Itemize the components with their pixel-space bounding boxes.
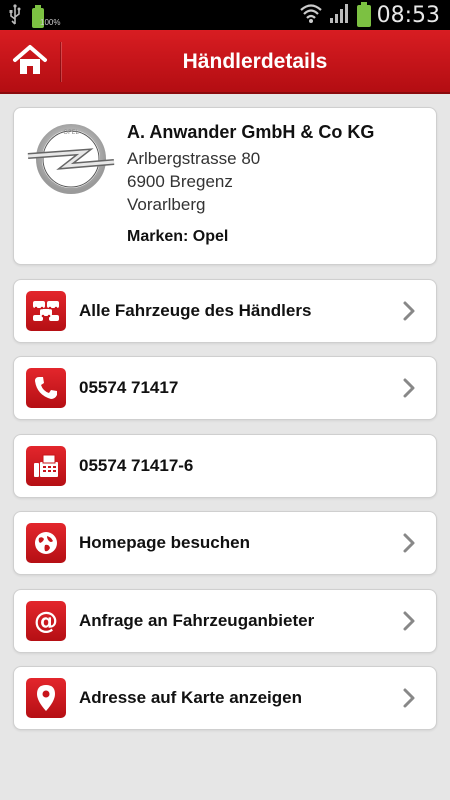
battery-small-label: 100% bbox=[40, 18, 61, 27]
action-map[interactable]: Adresse auf Karte anzeigen bbox=[13, 666, 437, 730]
battery-icon bbox=[356, 1, 371, 27]
at-icon: @ bbox=[26, 601, 66, 641]
opel-logo: OPEL bbox=[26, 122, 116, 196]
status-bar: 100% 08:53 bbox=[0, 0, 450, 30]
action-label: 05574 71417-6 bbox=[79, 456, 194, 475]
clock: 08:53 bbox=[376, 3, 440, 28]
action-homepage[interactable]: Homepage besuchen bbox=[13, 511, 437, 575]
action-label: Alle Fahrzeuge des Händlers bbox=[79, 301, 312, 320]
map-pin-icon bbox=[26, 678, 66, 718]
action-phone[interactable]: 05574 71417 bbox=[13, 356, 437, 420]
dealer-brands: Marken: Opel bbox=[127, 228, 229, 245]
home-icon bbox=[11, 43, 49, 82]
chevron-right-icon bbox=[396, 300, 422, 322]
logo-text: OPEL bbox=[63, 129, 79, 136]
globe-icon bbox=[26, 523, 66, 563]
wifi-icon bbox=[299, 2, 323, 29]
action-inquiry[interactable]: @ Anfrage an Fahrzeuganbieter bbox=[13, 589, 437, 653]
dealer-name: A. Anwander GmbH & Co KG bbox=[127, 122, 375, 142]
fax-icon bbox=[26, 446, 66, 486]
dealer-street: Arlbergstrasse 80 bbox=[127, 149, 261, 168]
dealer-region: Vorarlberg bbox=[127, 195, 206, 214]
chevron-right-icon bbox=[396, 687, 422, 709]
signal-icon bbox=[329, 2, 351, 29]
phone-icon bbox=[26, 368, 66, 408]
usb-icon bbox=[8, 4, 22, 31]
chevron-right-icon bbox=[396, 610, 422, 632]
action-label: 05574 71417 bbox=[79, 378, 179, 397]
chevron-right-icon bbox=[396, 377, 422, 399]
action-label: Anfrage an Fahrzeuganbieter bbox=[79, 611, 315, 630]
action-label: Adresse auf Karte anzeigen bbox=[79, 688, 302, 707]
action-all-vehicles[interactable]: Alle Fahrzeuge des Händlers bbox=[13, 279, 437, 343]
chevron-right-icon bbox=[396, 532, 422, 554]
home-button[interactable] bbox=[0, 30, 60, 94]
app-bar: Händlerdetails bbox=[0, 30, 450, 94]
cars-icon bbox=[26, 291, 66, 331]
svg-text:@: @ bbox=[34, 607, 58, 635]
action-label: Homepage besuchen bbox=[79, 533, 250, 552]
action-fax: 05574 71417-6 bbox=[13, 434, 437, 498]
dealer-info-card: OPEL A. Anwander GmbH & Co KG Arlbergstr… bbox=[13, 107, 437, 265]
page-title: Händlerdetails bbox=[182, 50, 328, 73]
dealer-city: 6900 Bregenz bbox=[127, 172, 233, 191]
